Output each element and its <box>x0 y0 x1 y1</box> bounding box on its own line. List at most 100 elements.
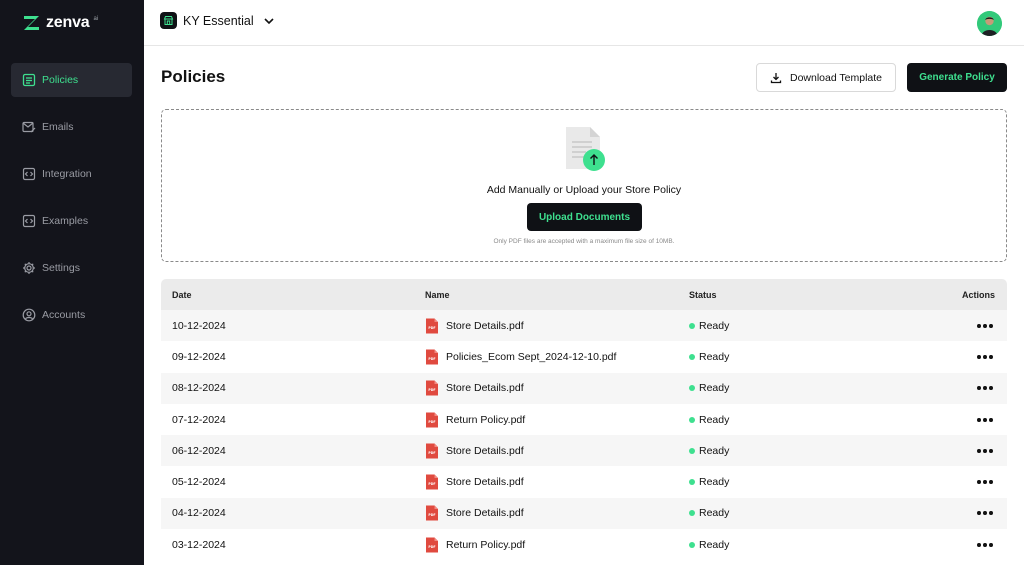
row-date: 08-12-2024 <box>172 382 226 395</box>
table-row[interactable]: 04-12-2024 PDF Store Details.pdf Ready <box>161 497 1007 530</box>
row-date: 04-12-2024 <box>172 507 226 520</box>
row-file[interactable]: PDF Policies_Ecom Sept_2024-12-10.pdf <box>425 349 689 365</box>
row-status: Ready <box>689 539 929 551</box>
status-dot-icon <box>689 479 695 486</box>
row-actions <box>929 509 1007 517</box>
row-file[interactable]: PDF Return Policy.pdf <box>425 412 689 428</box>
column-header-status[interactable]: Status <box>689 290 929 300</box>
status-dot-icon <box>689 447 695 454</box>
svg-text:PDF: PDF <box>428 357 435 361</box>
document-upload-icon <box>566 127 605 171</box>
row-file[interactable]: PDF Store Details.pdf <box>425 380 689 396</box>
row-file-name: Store Details.pdf <box>446 319 524 332</box>
row-file-name: Return Policy.pdf <box>446 413 526 426</box>
row-file[interactable]: PDF Store Details.pdf <box>425 443 689 459</box>
row-file[interactable]: PDF Store Details.pdf <box>425 474 689 490</box>
sidebar-item-label: Examples <box>42 215 89 227</box>
topbar: KY Essential <box>144 0 1024 46</box>
more-actions-icon[interactable] <box>977 541 995 549</box>
workspace-selector[interactable]: KY Essential <box>160 12 276 29</box>
row-date: 05-12-2024 <box>172 476 226 489</box>
column-header-date[interactable]: Date <box>161 290 425 300</box>
row-date: 06-12-2024 <box>172 444 226 457</box>
row-file-name: Store Details.pdf <box>446 382 524 395</box>
row-date: 07-12-2024 <box>172 413 226 426</box>
row-file[interactable]: PDF Return Policy.pdf <box>425 537 689 553</box>
more-actions-icon[interactable] <box>977 384 995 392</box>
workspace-name: KY Essential <box>183 13 254 28</box>
upload-note: Only PDF files are accepted with a maxim… <box>493 238 675 245</box>
email-icon <box>22 120 36 134</box>
row-file-name: Store Details.pdf <box>446 476 524 489</box>
sidebar-item-examples[interactable]: Examples <box>11 204 132 238</box>
chevron-down-icon <box>264 17 274 24</box>
row-actions <box>929 541 1007 549</box>
more-actions-icon[interactable] <box>977 509 995 517</box>
row-file[interactable]: PDF Store Details.pdf <box>425 505 689 521</box>
pdf-file-icon: PDF <box>426 474 438 490</box>
upload-dropzone[interactable]: Add Manually or Upload your Store Policy… <box>161 109 1007 262</box>
row-status-label: Ready <box>699 413 730 426</box>
table-row[interactable]: 05-12-2024 PDF Store Details.pdf Ready <box>161 466 1007 498</box>
row-file-name: Store Details.pdf <box>446 507 524 520</box>
table-header: Date Name Status Actions <box>161 279 1007 310</box>
sidebar-item-settings[interactable]: Settings <box>11 251 132 285</box>
status-dot-icon <box>689 541 695 548</box>
status-dot-icon <box>689 385 695 392</box>
table-row[interactable]: 06-12-2024 PDF Store Details.pdf Ready <box>161 435 1007 467</box>
row-status: Ready <box>689 382 929 394</box>
upload-heading: Add Manually or Upload your Store Policy <box>486 184 682 196</box>
zenva-logo-icon <box>24 16 39 30</box>
row-actions <box>929 322 1007 330</box>
svg-text:PDF: PDF <box>428 326 435 330</box>
svg-text:PDF: PDF <box>428 482 435 486</box>
row-file-name: Return Policy.pdf <box>446 538 526 551</box>
sidebar: zenva ai Policies Emails Integration Exa… <box>0 0 144 565</box>
table-row[interactable]: 08-12-2024 PDF Store Details.pdf Ready <box>161 372 1007 404</box>
row-actions <box>929 447 1007 455</box>
table-row[interactable]: 03-12-2024 PDF Return Policy.pdf Ready <box>161 529 1007 561</box>
more-actions-icon[interactable] <box>977 478 995 486</box>
pdf-file-icon: PDF <box>426 537 438 553</box>
row-status: Ready <box>689 507 929 519</box>
download-template-label: Download Template <box>789 71 883 84</box>
status-dot-icon <box>689 416 695 423</box>
download-icon <box>770 72 782 83</box>
upload-documents-button[interactable]: Upload Documents <box>527 203 642 231</box>
generate-policy-button[interactable]: Generate Policy <box>907 63 1007 92</box>
store-icon <box>160 12 177 29</box>
sidebar-item-integration[interactable]: Integration <box>11 157 132 191</box>
table-row[interactable]: 07-12-2024 PDF Return Policy.pdf Ready <box>161 403 1007 436</box>
brand-sup: ai <box>93 16 99 22</box>
sidebar-item-label: Accounts <box>42 309 86 321</box>
row-file[interactable]: PDF Store Details.pdf <box>425 318 689 334</box>
row-status-label: Ready <box>699 319 730 332</box>
brand-logo[interactable]: zenva ai <box>22 14 98 32</box>
more-actions-icon[interactable] <box>977 322 995 330</box>
sidebar-nav: Policies Emails Integration Examples Set… <box>11 63 132 345</box>
page-title: Policies <box>161 67 226 86</box>
pdf-file-icon: PDF <box>426 318 438 334</box>
more-actions-icon[interactable] <box>977 416 995 424</box>
user-avatar[interactable] <box>977 11 1002 36</box>
row-status-label: Ready <box>699 444 730 457</box>
sidebar-item-label: Emails <box>42 121 74 133</box>
brand-name: zenva <box>46 14 90 31</box>
column-header-name[interactable]: Name <box>425 290 689 300</box>
avatar-image <box>977 11 1002 36</box>
sidebar-item-accounts[interactable]: Accounts <box>11 298 132 332</box>
status-dot-icon <box>689 510 695 517</box>
download-template-button[interactable]: Download Template <box>756 63 896 92</box>
more-actions-icon[interactable] <box>977 353 995 361</box>
row-status-label: Ready <box>699 350 730 363</box>
row-status-label: Ready <box>699 507 730 520</box>
sidebar-item-policies[interactable]: Policies <box>11 63 132 97</box>
table-row[interactable]: 09-12-2024 PDF Policies_Ecom Sept_2024-1… <box>161 341 1007 373</box>
svg-text:PDF: PDF <box>428 388 435 392</box>
account-icon <box>22 308 36 322</box>
row-file-name: Policies_Ecom Sept_2024-12-10.pdf <box>446 350 617 363</box>
row-status: Ready <box>689 476 929 488</box>
more-actions-icon[interactable] <box>977 447 995 455</box>
sidebar-item-emails[interactable]: Emails <box>11 110 132 144</box>
table-row[interactable]: 10-12-2024 PDF Store Details.pdf Ready <box>161 310 1007 342</box>
